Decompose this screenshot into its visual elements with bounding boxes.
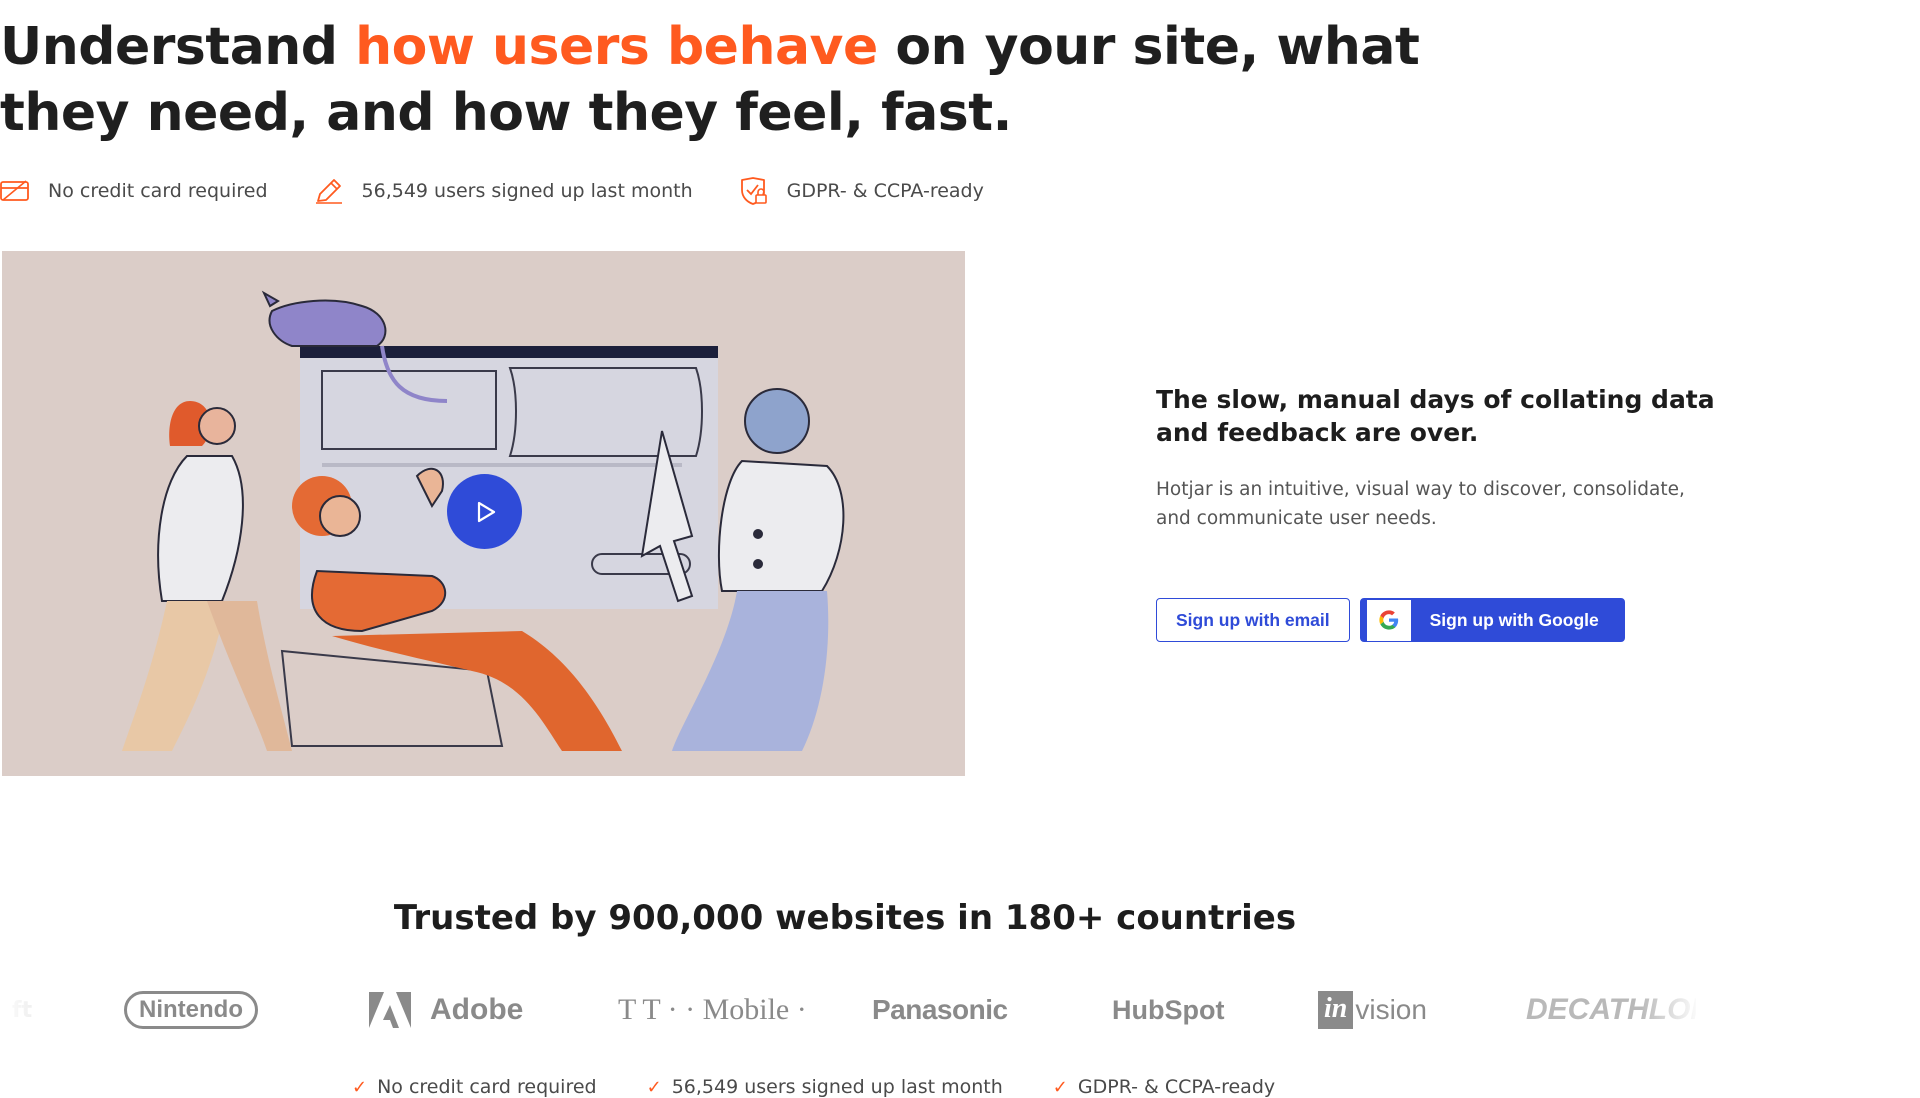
google-icon — [1366, 599, 1412, 641]
shield-lock-icon — [740, 177, 767, 205]
bottom-badge-label: 56,549 users signed up last month — [671, 1076, 1003, 1098]
check-icon: ✓ — [352, 1076, 368, 1098]
trust-badge-gdpr: GDPR- & CCPA-ready — [739, 176, 984, 206]
signup-buttons: Sign up with email Sign up with Google — [1156, 598, 1625, 642]
trusted-heading: Trusted by 900,000 websites in 180+ coun… — [393, 898, 1297, 938]
value-text: Hotjar is an intuitive, visual way to di… — [1156, 479, 1685, 529]
hero-title-accent: how users behave — [355, 17, 878, 77]
pencil-icon — [315, 179, 342, 204]
video-thumbnail[interactable] — [2, 251, 965, 776]
trust-badge-signups: 56,549 users signed up last month — [314, 177, 693, 205]
play-button[interactable] — [447, 474, 522, 549]
bottom-badge-label: No credit card required — [377, 1076, 597, 1098]
value-proposition: The slow, manual days of collating data … — [1156, 383, 1716, 533]
customer-logos: ft Nintendo Adobe T T · · Mobile · Panas… — [0, 982, 1700, 1038]
trust-badges: No credit card required 56,549 users sig… — [0, 176, 1030, 206]
invision-logo: in vision — [1318, 982, 1427, 1038]
tmobile-logo: T T · · Mobile · — [618, 993, 807, 1026]
bottom-badge-gdpr: ✓ GDPR- & CCPA-ready — [1053, 1076, 1275, 1098]
logo-fade-left — [0, 982, 60, 1038]
hero-title-part1: Understand — [0, 17, 356, 77]
signup-email-button[interactable]: Sign up with email — [1156, 598, 1350, 642]
logo-fade-right — [1640, 982, 1700, 1038]
play-icon — [477, 501, 495, 522]
hero-title: Understand how users behave on your site… — [0, 14, 1440, 146]
google-button-label: Sign up with Google — [1429, 609, 1599, 630]
signup-google-button[interactable]: Sign up with Google — [1359, 598, 1625, 642]
nintendo-logo: Nintendo — [124, 982, 258, 1038]
bottom-badge-label: GDPR- & CCPA-ready — [1077, 1076, 1276, 1098]
hubspot-logo: HubSpot — [1112, 994, 1225, 1025]
trust-badge-label: GDPR- & CCPA-ready — [786, 180, 984, 202]
check-icon: ✓ — [1052, 1076, 1068, 1098]
panasonic-logo: Panasonic — [872, 994, 1008, 1025]
check-icon: ✓ — [646, 1076, 662, 1098]
bottom-badge-no-card: ✓ No credit card required — [352, 1076, 597, 1098]
credit-card-icon — [0, 180, 29, 201]
trust-badge-label: 56,549 users signed up last month — [361, 180, 693, 202]
bottom-trust-badges: ✓ No credit card required ✓ 56,549 users… — [352, 1076, 1325, 1098]
trust-badge-label: No credit card required — [48, 180, 268, 202]
bottom-badge-signups: ✓ 56,549 users signed up last month — [647, 1076, 1003, 1098]
trust-badge-no-card: No credit card required — [0, 178, 268, 204]
adobe-logo: Adobe — [368, 982, 523, 1038]
value-title: The slow, manual days of collating data … — [1156, 385, 1715, 447]
